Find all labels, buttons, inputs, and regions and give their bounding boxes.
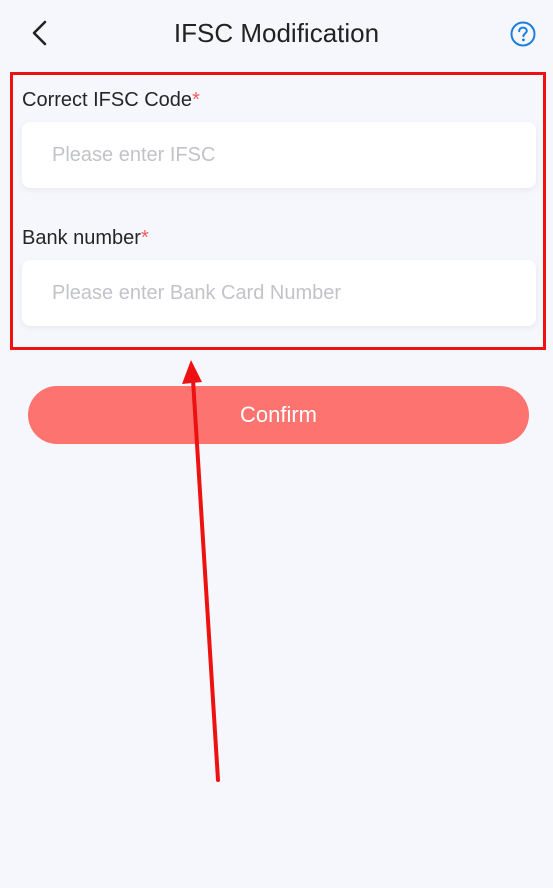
confirm-button[interactable]: Confirm	[28, 386, 529, 444]
question-circle-icon	[510, 21, 536, 47]
bank-number-input[interactable]	[22, 260, 536, 326]
ifsc-label: Correct IFSC Code*	[22, 87, 200, 113]
bank-number-label: Bank number*	[22, 225, 149, 251]
form-area: Correct IFSC Code* Bank number*	[10, 72, 546, 350]
required-mark: *	[140, 227, 149, 249]
required-mark: *	[192, 89, 200, 111]
ifsc-label-text: Correct IFSC Code	[22, 89, 193, 111]
help-button[interactable]	[509, 20, 537, 48]
bank-number-label-text: Bank number	[22, 227, 141, 249]
page-title: IFSC Modification	[173, 18, 380, 48]
page-header: IFSC Modification	[0, 0, 553, 66]
ifsc-input[interactable]	[22, 122, 536, 188]
